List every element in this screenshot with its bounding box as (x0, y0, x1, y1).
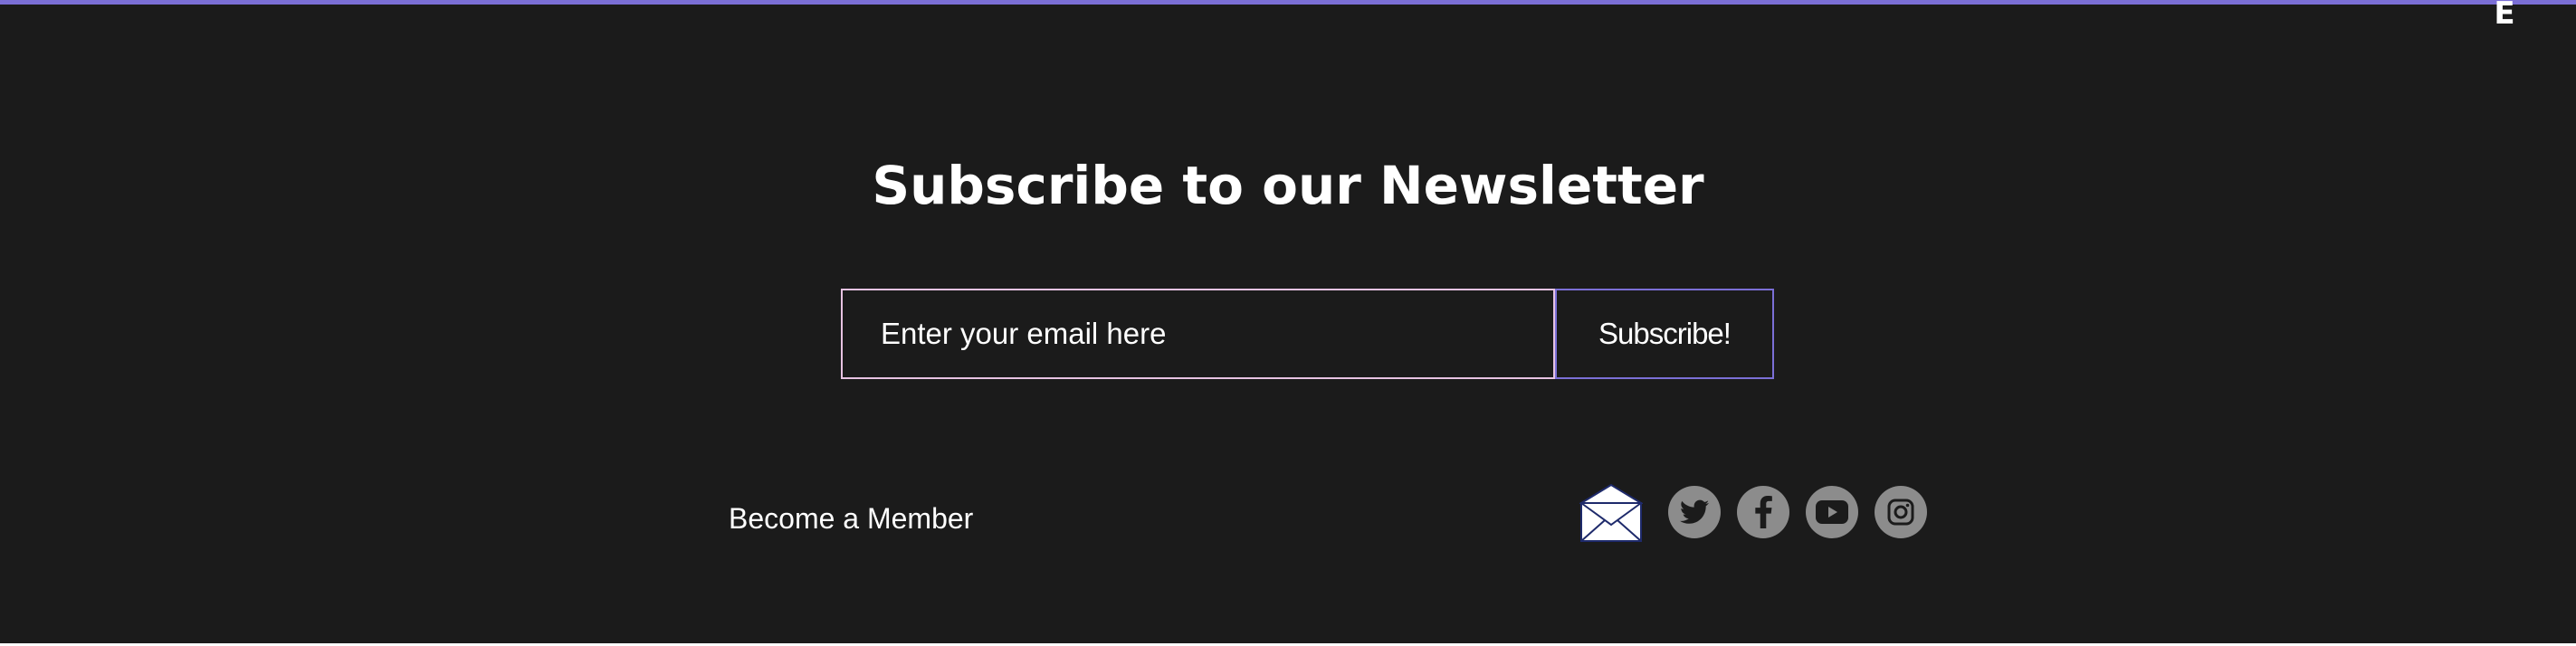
envelope-icon[interactable] (1578, 483, 1645, 543)
youtube-icon[interactable] (1806, 486, 1858, 538)
subscribe-button[interactable]: Subscribe! (1555, 289, 1774, 379)
top-accent-line (0, 0, 2576, 5)
become-member-link[interactable]: Become a Member (729, 499, 973, 537)
instagram-icon[interactable] (1875, 486, 1927, 538)
newsletter-title: Subscribe to our Newsletter (872, 155, 1704, 216)
newsletter-footer: E Subscribe to our Newsletter Subscribe!… (0, 0, 2576, 643)
email-input[interactable] (841, 289, 1555, 379)
menu-glyph[interactable]: E (2489, 0, 2520, 29)
facebook-icon[interactable] (1737, 486, 1789, 538)
twitter-icon[interactable] (1668, 486, 1721, 538)
